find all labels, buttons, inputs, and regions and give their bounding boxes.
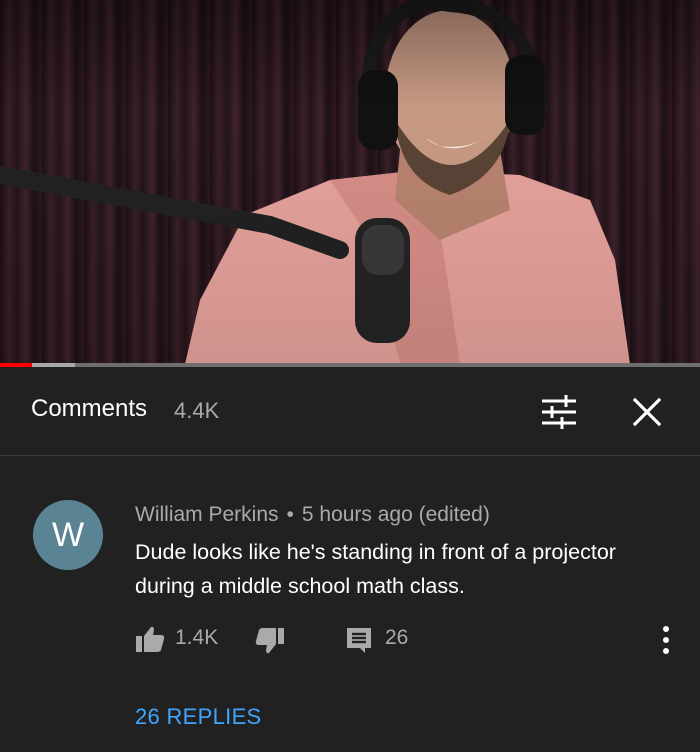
video-shade <box>0 0 700 364</box>
thumbs-down-icon[interactable] <box>255 626 285 656</box>
comments-count: 4.4K <box>174 398 220 423</box>
close-icon[interactable] <box>632 397 662 427</box>
view-replies-link[interactable]: 26 REPLIES <box>135 704 262 730</box>
like-count: 1.4K <box>175 626 219 649</box>
thumbs-up-icon[interactable] <box>135 624 165 654</box>
comments-header: Comments 4.4K <box>0 367 700 456</box>
comment-actions: 1.4K 26 <box>135 622 675 656</box>
video-player[interactable] <box>0 0 700 364</box>
comment-time: 5 hours ago (edited) <box>301 503 490 526</box>
more-vert-icon[interactable] <box>659 624 673 656</box>
comment-text: Dude looks like he's standing in front o… <box>135 540 616 598</box>
reply-count: 26 <box>385 626 409 649</box>
avatar-letter: W <box>51 516 85 554</box>
reply-comment-icon[interactable] <box>345 626 373 654</box>
comments-title: Comments <box>31 395 148 422</box>
meta-separator: • <box>286 503 294 526</box>
avatar[interactable]: W <box>33 500 103 570</box>
comment-meta: William Perkins • 5 hours ago (edited) <box>135 503 490 527</box>
comment-author[interactable]: William Perkins <box>135 503 279 526</box>
sort-filter-icon[interactable] <box>540 395 578 429</box>
